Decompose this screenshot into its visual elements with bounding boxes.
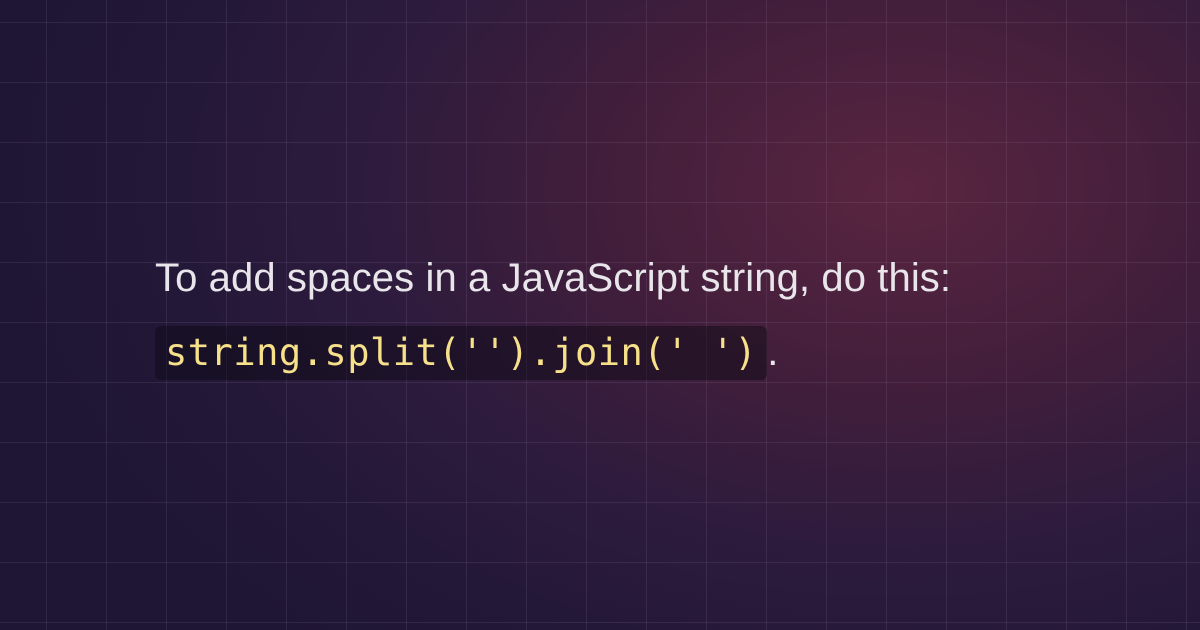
code-snippet: string.split('').join(' ') <box>155 326 767 380</box>
instruction-text: To add spaces in a JavaScript string, do… <box>155 241 1045 389</box>
text-before-code: To add spaces in a JavaScript string, do… <box>155 256 951 300</box>
content-container: To add spaces in a JavaScript string, do… <box>0 0 1200 630</box>
text-after-code: . <box>767 330 778 374</box>
